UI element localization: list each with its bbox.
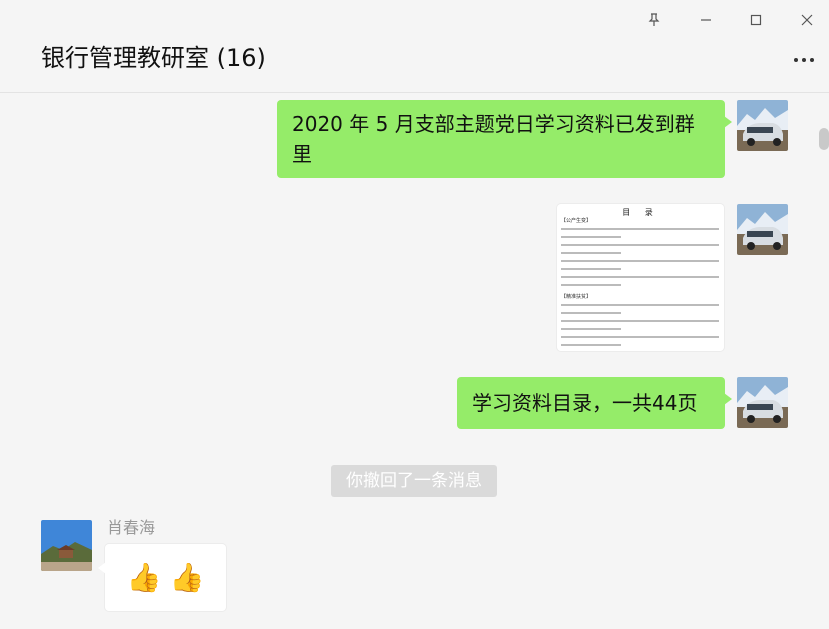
more-icon[interactable] — [789, 50, 819, 70]
minimize-icon[interactable] — [694, 8, 718, 32]
message-text: 2020 年 5 月支部主题党日学习资料已发到群里 — [292, 112, 695, 166]
message-bubble[interactable]: 👍 👍 — [98, 544, 226, 611]
avatar[interactable] — [737, 204, 788, 255]
doc-line — [561, 228, 719, 230]
close-icon[interactable] — [795, 8, 819, 32]
message-bubble[interactable]: 学习资料目录，一共44页 — [457, 377, 732, 429]
chat-title: 银行管理教研室 (16) — [41, 44, 266, 72]
doc-line — [561, 268, 621, 270]
title-bar: 银行管理教研室 (16) — [0, 0, 829, 93]
sender-name: 肖春海 — [107, 518, 156, 537]
doc-line — [561, 304, 719, 306]
image-doc-section: 【精准扶贫】 — [561, 294, 592, 300]
doc-line — [561, 328, 621, 330]
image-doc-section: 【公产生变】 — [561, 218, 592, 224]
pin-icon[interactable] — [642, 8, 666, 32]
avatar[interactable] — [737, 100, 788, 151]
doc-line — [561, 320, 719, 322]
thumbs-up-icon: 👍 — [169, 560, 205, 594]
image-message[interactable]: 目 录 【公产生变】 【精准扶贫】 — [557, 204, 724, 351]
maximize-icon[interactable] — [744, 8, 768, 32]
message-bubble[interactable]: 2020 年 5 月支部主题党日学习资料已发到群里 — [277, 100, 732, 178]
avatar[interactable] — [737, 377, 788, 428]
doc-line — [561, 344, 621, 346]
avatar[interactable] — [41, 520, 92, 571]
doc-line — [561, 260, 719, 262]
system-message: 你撤回了一条消息 — [331, 465, 497, 497]
scrollbar[interactable] — [819, 128, 829, 150]
doc-line — [561, 236, 621, 238]
message-text: 学习资料目录，一共44页 — [472, 391, 698, 415]
doc-line — [561, 244, 719, 246]
doc-line — [561, 336, 719, 338]
doc-line — [561, 276, 719, 278]
thumbs-up-icon: 👍 — [126, 560, 162, 594]
doc-line — [561, 252, 621, 254]
doc-line — [561, 312, 621, 314]
doc-line — [561, 284, 621, 286]
